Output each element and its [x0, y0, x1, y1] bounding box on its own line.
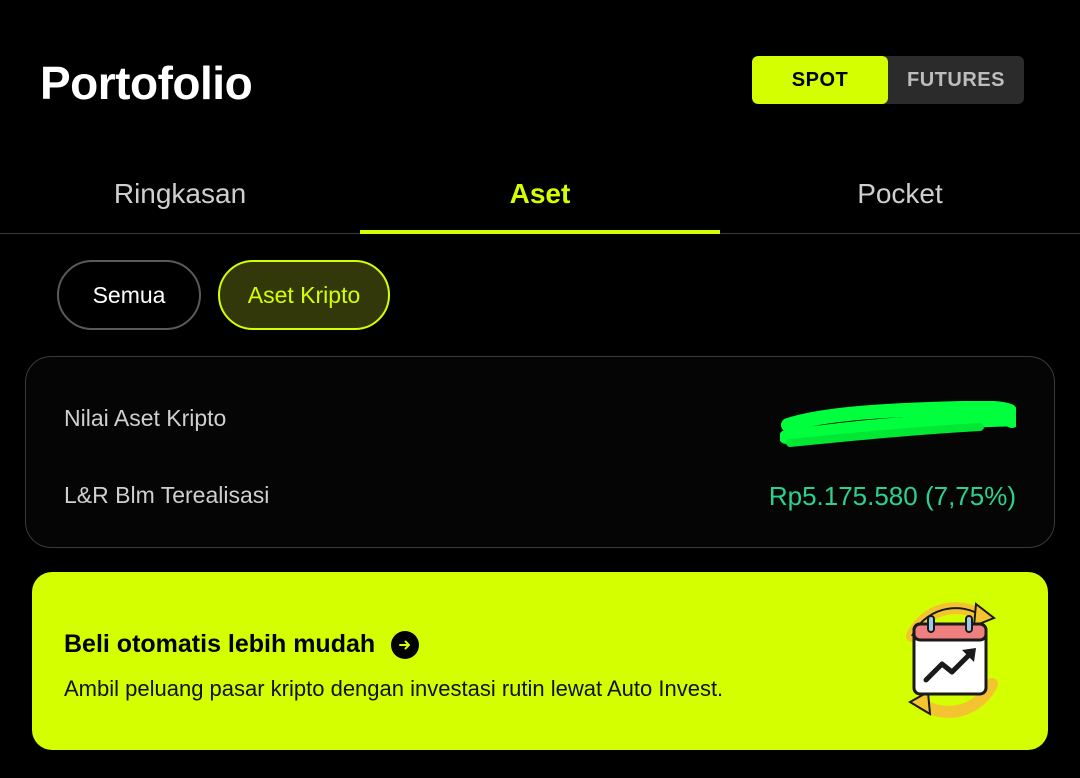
- arrow-right-circle-icon[interactable]: [391, 630, 420, 659]
- trading-mode-toggle: SPOT FUTURES: [752, 56, 1024, 104]
- filter-chip-all[interactable]: Semua: [57, 260, 201, 330]
- redacted-asset-value: [780, 401, 1016, 447]
- asset-value-label: Nilai Aset Kripto: [64, 405, 227, 431]
- spot-mode-button[interactable]: SPOT: [752, 56, 888, 104]
- unrealized-pnl-value: Rp5.175.580 (7,75%): [768, 481, 1016, 511]
- futures-mode-button[interactable]: FUTURES: [888, 56, 1024, 104]
- filter-chip-crypto[interactable]: Aset Kripto: [218, 260, 390, 330]
- banner-title: Beli otomatis lebih mudah: [64, 630, 376, 658]
- portfolio-tabs: Ringkasan Aset Pocket: [0, 160, 1080, 234]
- unrealized-pnl-label: L&R Blm Terealisasi: [64, 482, 270, 508]
- tab-ringkasan[interactable]: Ringkasan: [0, 160, 360, 233]
- page-title: Portofolio: [40, 57, 253, 109]
- auto-invest-banner[interactable]: Beli otomatis lebih mudah Ambil peluang …: [32, 572, 1048, 750]
- portfolio-page: Portofolio SPOT FUTURES Ringkasan Aset P…: [0, 0, 1080, 778]
- tab-aset[interactable]: Aset: [360, 160, 720, 234]
- banner-description: Ambil peluang pasar kripto dengan invest…: [64, 676, 724, 701]
- banner-title-row: Beli otomatis lebih mudah: [64, 630, 420, 659]
- tab-pocket[interactable]: Pocket: [720, 160, 1080, 233]
- asset-summary-card: Nilai Aset Kripto L&R Blm Terealisasi Rp…: [25, 356, 1055, 548]
- calendar-chart-icon: [906, 602, 998, 718]
